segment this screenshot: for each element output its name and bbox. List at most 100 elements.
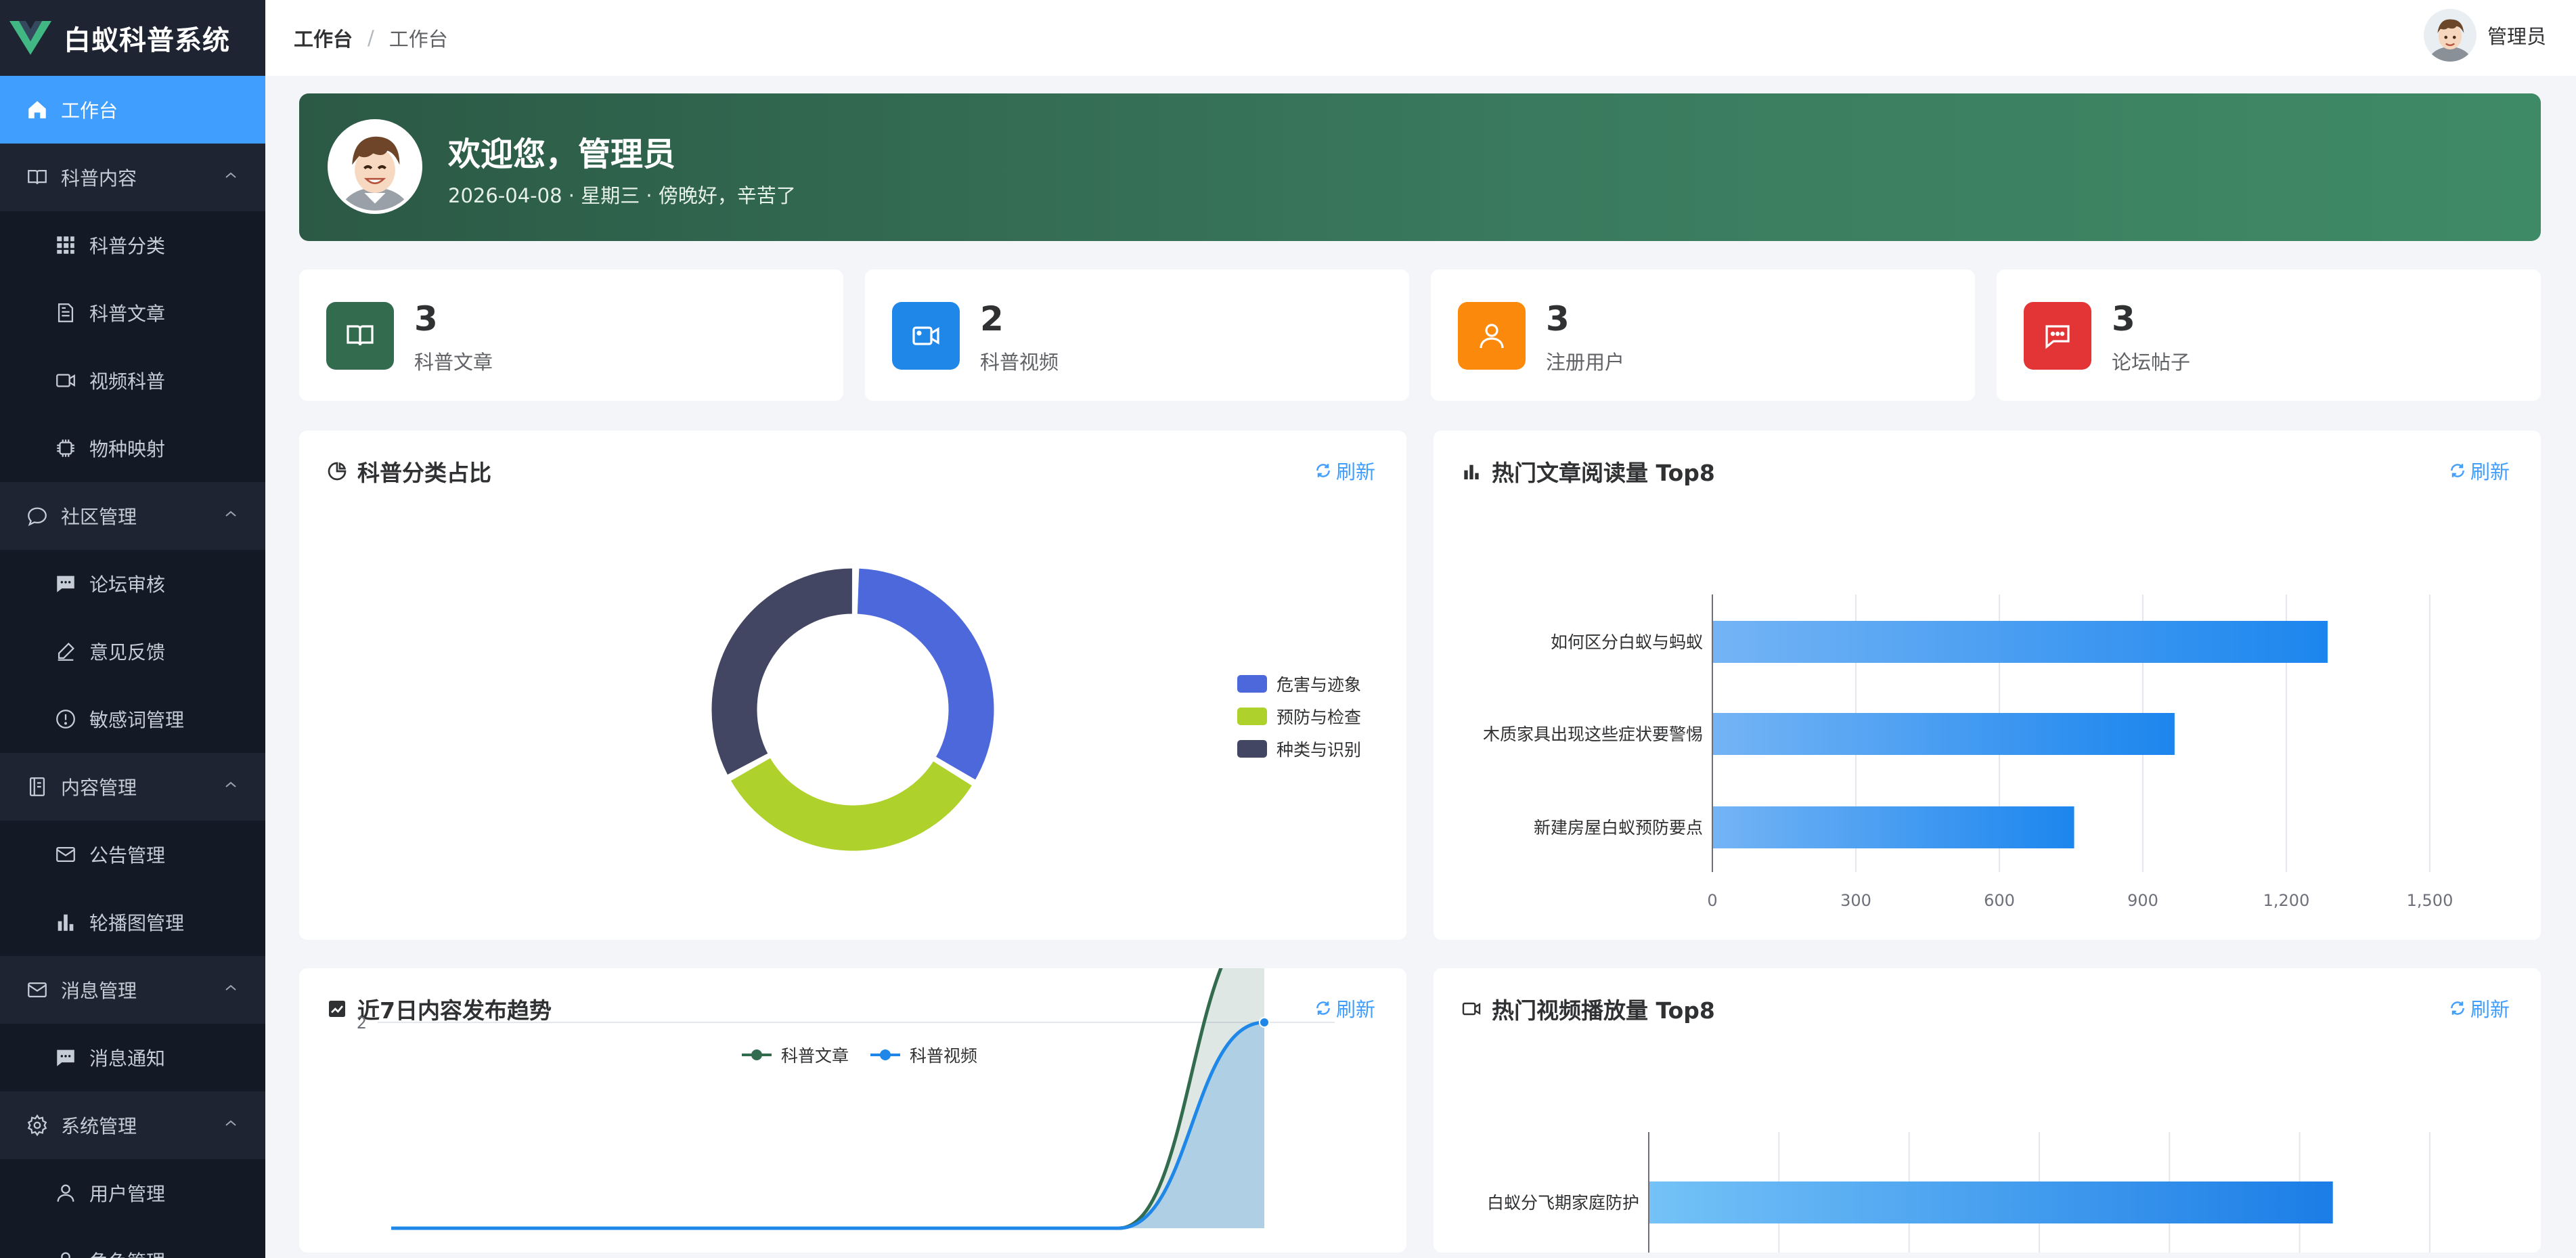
avatar	[2423, 9, 2477, 62]
sidebar-item-17[interactable]: 角色管理	[0, 1227, 265, 1258]
breadcrumb-separator: /	[368, 26, 374, 49]
sidebar-item-label: 科普内容	[61, 167, 137, 190]
welcome-banner: 欢迎您，管理员 2026-04-08 · 星期三 · 傍晚好，辛苦了	[299, 93, 2541, 241]
stat-label: 科普视频	[980, 351, 1059, 374]
user-name: 管理员	[2487, 25, 2546, 48]
x-tick-label: 1,500	[2407, 891, 2453, 910]
x-tick-label: 900	[2127, 891, 2158, 910]
legend-label: 危害与迹象	[1276, 675, 1362, 695]
sidebar-item-14[interactable]: 消息通知	[0, 1024, 265, 1091]
video-top-card: 热门视频播放量 Top8 刷新 白蚁分飞期家庭防护	[1434, 968, 2541, 1253]
sidebar-item-7[interactable]: 论坛审核	[0, 550, 265, 617]
user-icon	[61, 1252, 70, 1258]
mail-icon	[28, 982, 47, 998]
sidebar-item-label: 消息管理	[61, 980, 137, 1002]
trend-card: 近7日内容发布趋势 刷新 科普文章科普视频 23	[299, 968, 1406, 1253]
stat-label: 科普文章	[414, 351, 493, 374]
sidebar-item-label: 物种映射	[89, 438, 166, 460]
x-tick-label: 300	[1840, 891, 1871, 910]
stat-card-videos[interactable]: 2 科普视频	[865, 269, 1409, 401]
data-point[interactable]	[1259, 1017, 1270, 1028]
pie-legend: 危害与迹象预防与检查 种类与识别	[1237, 668, 1361, 765]
sidebar-item-12[interactable]: 轮播图管理	[0, 888, 265, 956]
stat-value: 3	[2112, 299, 2135, 339]
chat-icon	[28, 507, 47, 526]
category-label: 白蚁分飞期家庭防护	[1487, 1193, 1639, 1213]
home-icon	[28, 101, 46, 118]
sidebar-menu: 工作台科普内容科普分类 科普文章视频科普物种映射社区管理论坛审核意见反馈敏感词管理…	[0, 76, 265, 1258]
stat-card-articles[interactable]: 3 科普文章	[299, 269, 843, 401]
app-title: 白蚁科普系统	[64, 25, 230, 56]
category-label: 新建房屋白蚁预防要点	[1534, 818, 1703, 838]
legend-swatch	[1237, 708, 1267, 725]
sidebar-item-2[interactable]: 科普分类	[0, 211, 265, 279]
breadcrumb-current: 工作台	[388, 28, 448, 51]
legend-swatch	[1237, 740, 1267, 758]
warning-icon	[56, 710, 75, 729]
sidebar-item-label: 角色管理	[89, 1247, 165, 1258]
category-label: 如何区分白蚁与蚂蚁	[1551, 632, 1703, 652]
series-line[interactable]	[391, 968, 1264, 1230]
notebook-icon	[29, 777, 45, 796]
sidebar-item-1[interactable]: 科普内容	[0, 144, 265, 211]
message-icon	[57, 1049, 74, 1066]
sidebar-item-label: 敏感词管理	[89, 709, 185, 731]
article-top-card: 热门文章阅读量 Top8 刷新 0 300 600 900 1,200 1,500 如何区分…	[1434, 431, 2541, 940]
sidebar-item-label: 视频科普	[89, 370, 166, 393]
legend-item[interactable]: 预防与检查	[1237, 700, 1361, 733]
stat-card-posts[interactable]: 3 论坛帖子	[1997, 269, 2541, 401]
chevron-up-icon	[225, 172, 236, 178]
welcome-title: 欢迎您，管理员	[448, 135, 676, 173]
sidebar-item-label: 消息通知	[89, 1047, 166, 1070]
message-icon	[57, 576, 74, 592]
sidebar-item-13[interactable]: 消息管理	[0, 956, 265, 1024]
chip-icon	[57, 439, 74, 457]
app-logo[interactable]: 白蚁科普系统	[0, 0, 265, 76]
video-bar-chart: 白蚁分飞期家庭防护	[1487, 1132, 2430, 1253]
legend-item[interactable]: 危害与迹象	[1237, 668, 1361, 700]
sidebar-item-5[interactable]: 物种映射	[0, 414, 265, 482]
legend-item[interactable]: 种类与识别	[1237, 733, 1361, 765]
stat-card-users[interactable]: 3 注册用户	[1431, 269, 1975, 401]
stat-value: 3	[1546, 299, 1570, 339]
pie-slice[interactable]	[709, 566, 855, 777]
chevron-up-icon	[225, 984, 236, 991]
sidebar-item-15[interactable]: 系统管理	[0, 1091, 265, 1159]
sidebar-item-label: 社区管理	[61, 506, 137, 528]
bar[interactable]	[1649, 1181, 2333, 1223]
sidebar-item-label: 意见反馈	[89, 641, 166, 664]
series-area	[391, 1022, 1264, 1228]
user-icon	[1458, 302, 1526, 370]
sidebar-item-11[interactable]: 公告管理	[0, 821, 265, 888]
sidebar-item-3[interactable]: 科普文章	[0, 279, 265, 347]
chat-icon	[2024, 302, 2091, 370]
sidebar-item-label: 公告管理	[89, 844, 166, 867]
sidebar-item-label: 用户管理	[89, 1183, 166, 1205]
pie-slice[interactable]	[855, 566, 996, 782]
sidebar-item-0[interactable]: 工作台	[0, 76, 265, 144]
series-area	[391, 968, 1264, 1228]
sidebar-item-8[interactable]: 意见反馈	[0, 617, 265, 685]
mail-icon	[56, 846, 75, 863]
edit-icon	[58, 643, 74, 661]
bar[interactable]	[1713, 713, 2175, 755]
sidebar-item-6[interactable]: 社区管理	[0, 482, 265, 550]
bar[interactable]	[1713, 806, 2074, 848]
sidebar-item-label: 工作台	[61, 100, 118, 122]
sidebar-item-9[interactable]: 敏感词管理	[0, 685, 265, 753]
gear-icon	[27, 1114, 47, 1137]
top-header: 工作台 / 工作台 管理员	[265, 0, 2576, 76]
book-icon	[28, 169, 47, 185]
sidebar-item-10[interactable]: 内容管理	[0, 753, 265, 821]
grid-icon	[57, 236, 74, 254]
user-icon	[57, 1184, 74, 1202]
sidebar-item-4[interactable]: 视频科普	[0, 347, 265, 414]
sidebar-item-16[interactable]: 用户管理	[0, 1159, 265, 1227]
user-menu[interactable]: 管理员	[2423, 0, 2546, 70]
sidebar-item-label: 系统管理	[61, 1115, 137, 1137]
bar[interactable]	[1713, 621, 2328, 663]
sidebar: 白蚁科普系统 工作台科普内容科普分类 科普文章视频科普物种映射社区管理论坛审核意见…	[0, 0, 265, 1258]
series-line[interactable]	[391, 1020, 1265, 1230]
breadcrumb-root[interactable]: 工作台	[294, 24, 353, 52]
pie-slice[interactable]	[728, 756, 975, 853]
